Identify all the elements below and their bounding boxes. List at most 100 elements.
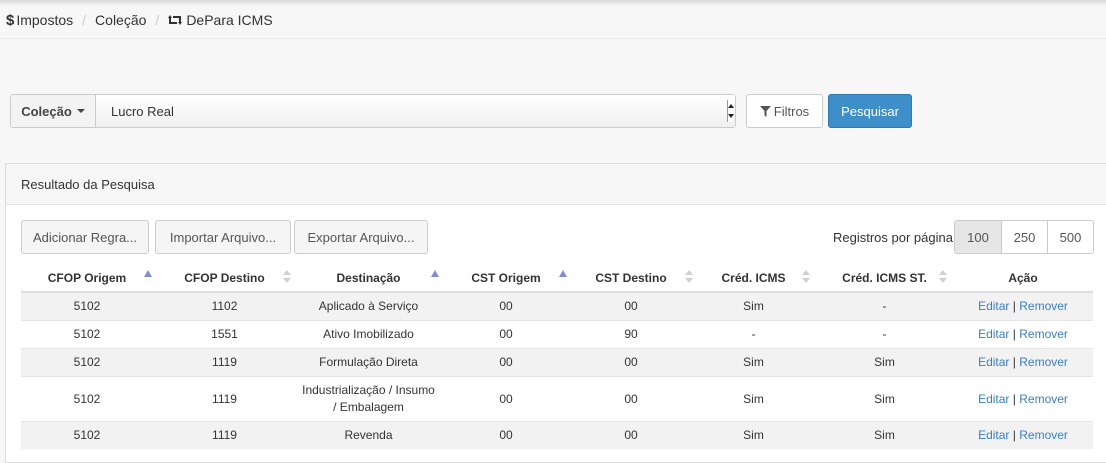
remove-link[interactable]: Remover	[1019, 355, 1068, 369]
sort-icon	[802, 270, 810, 284]
remove-link[interactable]: Remover	[1019, 428, 1068, 442]
edit-link[interactable]: Editar	[978, 428, 1009, 442]
table-row: 5102 1102 Aplicado à Serviço 00 00 Sim -…	[21, 291, 1093, 320]
breadcrumb-item-depara-icms: DePara ICMS	[186, 12, 273, 28]
table-header-row: CFOP Origem CFOP Destino Destinação CST …	[21, 265, 1093, 293]
cell-cred-icms-st: Sim	[816, 347, 953, 376]
action-separator: |	[1012, 327, 1016, 341]
cell-cst-destino: 00	[571, 291, 691, 320]
edit-link[interactable]: Editar	[978, 392, 1009, 406]
column-header-cred-icms-st[interactable]: Créd. ICMS ST.	[816, 265, 953, 293]
import-file-button[interactable]: Importar Arquivo...	[155, 220, 291, 254]
column-header-cst-origem[interactable]: CST Origem	[441, 265, 571, 293]
table-row: 5102 1551 Ativo Imobilizado 00 90 - - Ed…	[21, 319, 1093, 348]
results-panel-heading: Resultado da Pesquisa	[6, 164, 1106, 205]
cell-acao: Editar | Remover	[953, 319, 1093, 348]
results-table: CFOP Origem CFOP Destino Destinação CST …	[21, 265, 1093, 449]
remove-link[interactable]: Remover	[1019, 327, 1068, 341]
cell-cfop-origem: 5102	[21, 420, 153, 449]
cell-cfop-origem: 5102	[21, 291, 153, 320]
cell-cfop-origem: 5102	[21, 375, 153, 421]
cell-cred-icms-st: Sim	[816, 420, 953, 449]
cell-cred-icms-st: -	[816, 319, 953, 348]
per-page-option-100[interactable]: 100	[955, 221, 1001, 253]
breadcrumb-item-colecao[interactable]: Coleção	[95, 12, 146, 28]
sort-asc-icon	[559, 270, 567, 277]
sort-icon	[939, 270, 947, 284]
column-header-cfop-destino[interactable]: CFOP Destino	[153, 265, 296, 293]
search-button[interactable]: Pesquisar	[828, 94, 912, 128]
column-header-acao: Ação	[953, 265, 1093, 293]
remove-link[interactable]: Remover	[1019, 299, 1068, 313]
top-shadow	[0, 0, 1106, 6]
breadcrumb-item-impostos[interactable]: Impostos	[16, 12, 73, 28]
action-separator: |	[1012, 391, 1016, 406]
cell-cfop-origem: 5102	[21, 319, 153, 348]
cell-cst-origem: 00	[441, 319, 571, 348]
cell-acao: Editar | Remover	[953, 347, 1093, 376]
remove-link[interactable]: Remover	[1019, 392, 1068, 406]
sort-asc-icon	[144, 270, 152, 277]
breadcrumb-separator: /	[155, 12, 160, 28]
search-label: Pesquisar	[841, 103, 899, 119]
column-header-cst-destino[interactable]: CST Destino	[571, 265, 693, 293]
cell-cfop-destino: 1119	[153, 420, 296, 449]
cell-cst-destino: 90	[571, 319, 691, 348]
column-header-cred-icms[interactable]: Créd. ICMS	[691, 265, 816, 293]
cell-cfop-destino: 1119	[153, 347, 296, 376]
add-rule-button[interactable]: Adicionar Regra...	[21, 220, 149, 254]
header-divider	[0, 38, 1106, 39]
filters-label: Filtros	[773, 103, 810, 119]
cell-cst-destino: 00	[571, 347, 691, 376]
cell-acao: Editar | Remover	[953, 420, 1093, 449]
sort-asc-icon	[431, 270, 439, 277]
cell-cfop-destino: 1551	[153, 319, 296, 348]
collection-select[interactable]: Lucro Real	[96, 95, 735, 127]
select-arrows-icon	[727, 100, 734, 122]
edit-link[interactable]: Editar	[978, 355, 1009, 369]
cell-destinacao: Revenda	[296, 420, 441, 449]
table-row: 5102 1119 Formulação Direta 00 00 Sim Si…	[21, 347, 1093, 376]
edit-link[interactable]: Editar	[978, 299, 1009, 313]
cell-cred-icms: Sim	[691, 375, 816, 421]
cell-cst-destino: 00	[571, 420, 691, 449]
table-row: 5102 1119 Industrialização / Insumo / Em…	[21, 375, 1093, 421]
cell-cred-icms-st: -	[816, 291, 953, 320]
action-separator: |	[1012, 299, 1016, 314]
column-header-destinacao[interactable]: Destinação	[296, 265, 441, 293]
breadcrumb-separator: /	[82, 12, 87, 28]
per-page-option-500[interactable]: 500	[1047, 221, 1093, 253]
cell-destinacao: Ativo Imobilizado	[296, 319, 441, 348]
cell-cst-origem: 00	[441, 420, 571, 449]
action-separator: |	[1012, 428, 1016, 443]
cell-acao: Editar | Remover	[953, 375, 1093, 421]
cell-cst-origem: 00	[441, 375, 571, 421]
dollar-icon: $	[6, 11, 15, 29]
edit-link[interactable]: Editar	[978, 327, 1009, 341]
breadcrumb: $ Impostos / Coleção / DePara ICMS	[6, 11, 273, 29]
collection-dropdown-button[interactable]: Coleção	[11, 95, 96, 127]
collection-selector: Coleção Lucro Real	[10, 94, 736, 128]
collection-value: Lucro Real	[111, 103, 174, 119]
per-page-label: Registros por página	[833, 230, 953, 245]
cell-acao: Editar | Remover	[953, 291, 1093, 320]
cell-cred-icms: Sim	[691, 291, 816, 320]
per-page-option-250[interactable]: 250	[1001, 221, 1047, 253]
cell-cst-destino: 00	[571, 375, 691, 421]
sort-icon	[283, 270, 291, 284]
caret-down-icon	[76, 109, 85, 113]
per-page-selector: 100 250 500	[954, 220, 1094, 254]
cell-destinacao: Formulação Direta	[296, 347, 441, 376]
cell-cfop-destino: 1102	[153, 291, 296, 320]
cell-cst-origem: 00	[441, 347, 571, 376]
cell-cred-icms: Sim	[691, 347, 816, 376]
column-header-cfop-origem[interactable]: CFOP Origem	[21, 265, 153, 293]
results-title: Resultado da Pesquisa	[21, 176, 155, 192]
filter-icon	[759, 105, 771, 117]
export-file-button[interactable]: Exportar Arquivo...	[294, 220, 428, 254]
filters-button[interactable]: Filtros	[746, 94, 823, 128]
cell-destinacao: Industrialização / Insumo / Embalagem	[296, 375, 441, 421]
cell-cred-icms-st: Sim	[816, 375, 953, 421]
cell-cfop-destino: 1119	[153, 375, 296, 421]
cell-cred-icms: Sim	[691, 420, 816, 449]
